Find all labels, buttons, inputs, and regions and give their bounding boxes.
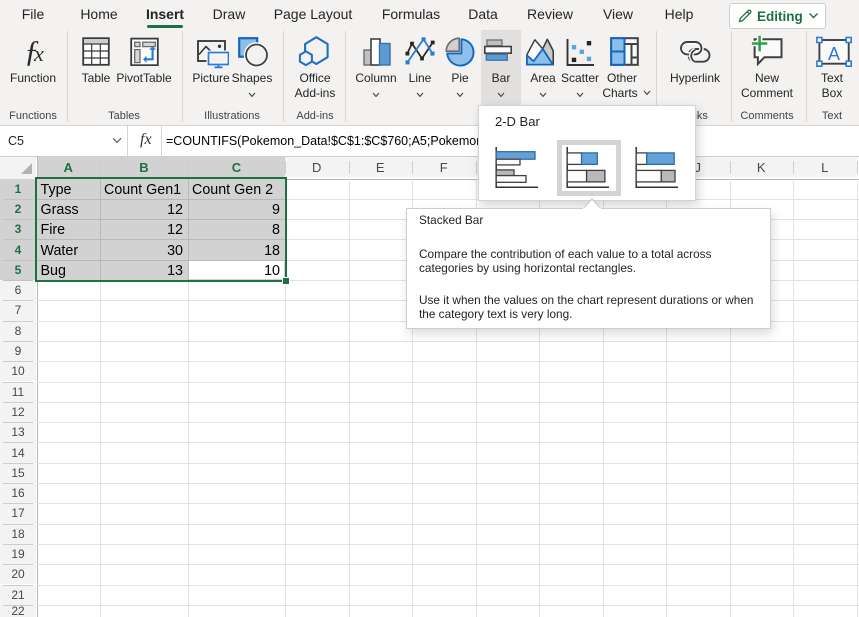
- svg-text:A: A: [828, 44, 840, 64]
